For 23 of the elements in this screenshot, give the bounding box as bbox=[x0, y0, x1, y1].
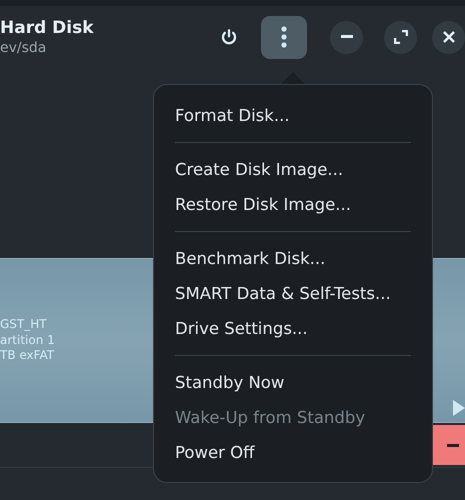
menu-icon bbox=[281, 26, 287, 48]
partition-label: artition 1 bbox=[0, 332, 55, 348]
menu-item[interactable]: Format Disk... bbox=[154, 98, 432, 133]
close-button[interactable] bbox=[432, 20, 465, 54]
device-path: ev/sda bbox=[0, 39, 48, 57]
maximize-icon bbox=[394, 30, 408, 44]
menu-item[interactable]: Create Disk Image... bbox=[154, 152, 432, 187]
close-icon bbox=[442, 31, 454, 43]
menu-item[interactable]: Power Off bbox=[154, 435, 432, 470]
partition-label: GST_HT bbox=[0, 317, 48, 333]
power-icon bbox=[220, 28, 238, 46]
minus-icon bbox=[447, 444, 459, 446]
minimize-icon bbox=[340, 35, 352, 39]
menu-item[interactable]: Restore Disk Image... bbox=[154, 187, 432, 222]
minimize-button[interactable] bbox=[330, 20, 363, 54]
menu-item[interactable]: Standby Now bbox=[154, 365, 432, 400]
menu-button[interactable] bbox=[261, 16, 307, 58]
maximize-button[interactable] bbox=[384, 20, 417, 54]
partition-label: TB exFAT bbox=[0, 348, 55, 364]
disk-title: Hard Disk bbox=[0, 17, 95, 39]
menu-item[interactable]: SMART Data & Self-Tests... bbox=[154, 276, 432, 311]
menu-item[interactable]: Drive Settings... bbox=[154, 311, 432, 346]
menu-item[interactable]: Benchmark Disk... bbox=[154, 241, 432, 276]
